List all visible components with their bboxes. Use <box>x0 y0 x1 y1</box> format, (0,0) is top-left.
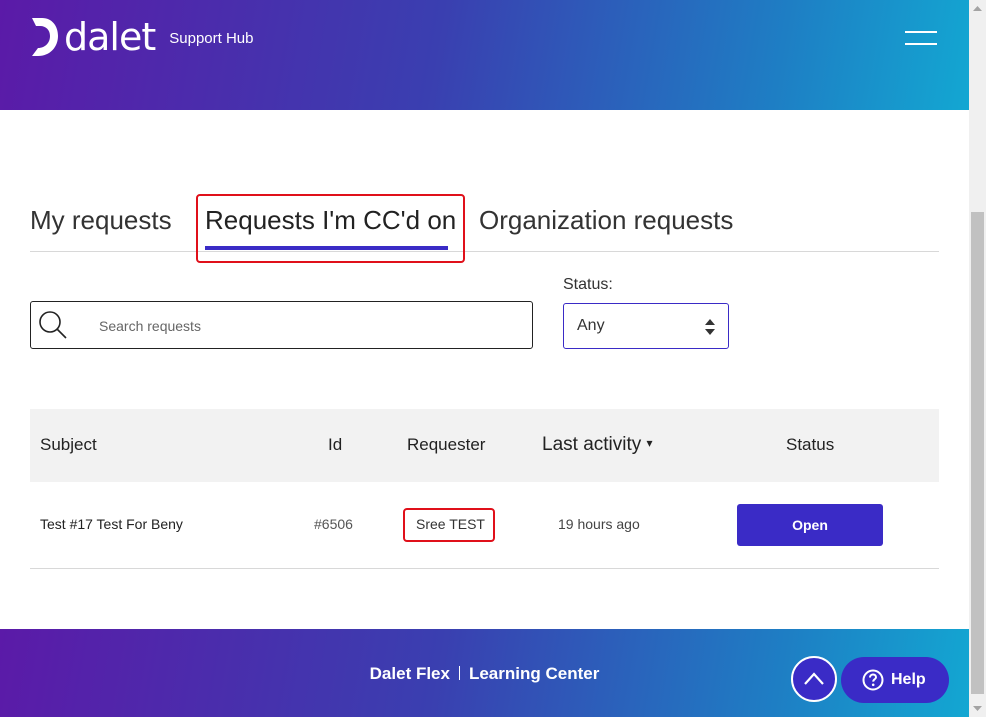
request-tabs: My requests Requests I'm CC'd on Organiz… <box>30 195 939 252</box>
dalet-logo-icon <box>32 18 58 56</box>
column-header-last-activity[interactable]: Last activity ▾ <box>542 434 653 456</box>
column-header-subject[interactable]: Subject <box>40 435 97 455</box>
header-subtitle: Support Hub <box>169 29 254 47</box>
help-label: Help <box>891 671 926 688</box>
status-select[interactable]: Any <box>563 303 729 349</box>
vertical-scrollbar[interactable] <box>969 0 986 717</box>
sort-desc-icon: ▾ <box>646 436 653 450</box>
tab-organization-requests[interactable]: Organization requests <box>479 205 733 236</box>
last-activity-label: Last activity <box>542 434 642 455</box>
highlight-box-requester <box>403 508 495 542</box>
column-header-requester[interactable]: Requester <box>407 435 485 455</box>
search-icon[interactable] <box>38 310 68 340</box>
scroll-down-arrow-icon[interactable] <box>969 700 986 717</box>
request-subject-link[interactable]: Test #17 Test For Beny <box>40 516 183 532</box>
select-arrows-icon <box>705 319 715 335</box>
status-open-button[interactable]: Open <box>737 504 883 546</box>
logo-wordmark: dalet <box>64 15 156 59</box>
help-button[interactable]: Help <box>841 657 949 703</box>
column-header-id[interactable]: Id <box>328 435 342 455</box>
request-id: #6506 <box>314 516 353 532</box>
scrollbar-thumb[interactable] <box>971 212 984 694</box>
scroll-to-top-button[interactable] <box>791 656 837 702</box>
table-header: Subject Id Requester Last activity ▾ Sta… <box>30 409 939 482</box>
menu-icon[interactable] <box>905 31 937 49</box>
site-header: dalet Support Hub <box>0 0 969 110</box>
help-icon <box>862 669 884 691</box>
status-filter-label: Status: <box>563 276 613 293</box>
request-last-activity: 19 hours ago <box>558 516 640 532</box>
footer-divider <box>458 666 460 680</box>
dalet-logo[interactable]: dalet Support Hub <box>30 16 253 58</box>
search-box <box>30 301 533 349</box>
status-select-value: Any <box>577 317 605 334</box>
footer-link-learning-center[interactable]: Learning Center <box>469 664 599 683</box>
scroll-up-arrow-icon[interactable] <box>969 0 986 17</box>
search-input[interactable] <box>97 308 521 344</box>
tab-my-requests[interactable]: My requests <box>30 205 172 236</box>
chevron-up-icon <box>804 672 824 685</box>
footer-link-dalet-flex[interactable]: Dalet Flex <box>370 664 450 683</box>
column-header-status[interactable]: Status <box>786 435 834 455</box>
highlight-box-tab <box>196 194 465 263</box>
